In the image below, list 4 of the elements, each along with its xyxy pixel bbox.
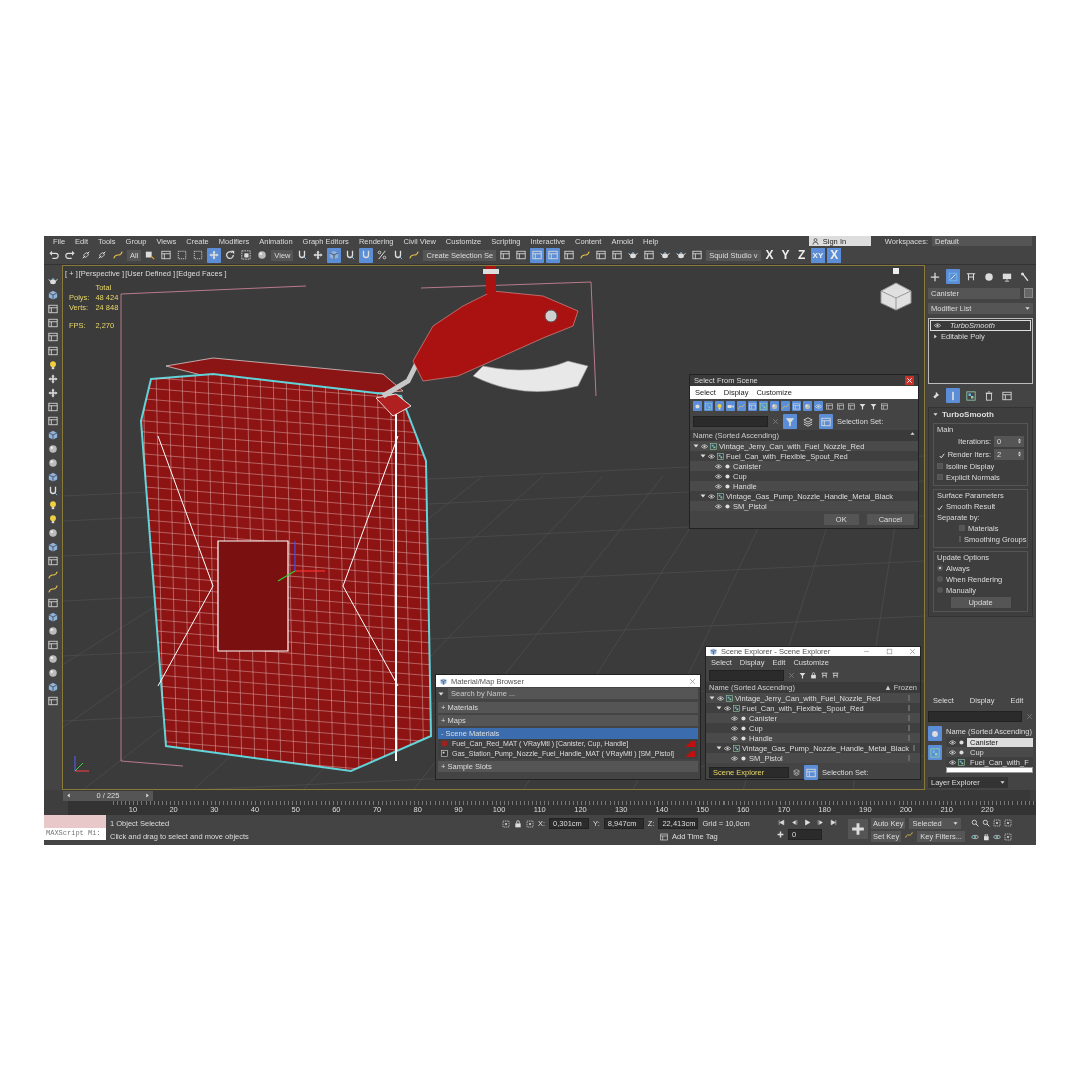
axis-constraint-button[interactable]: Z — [794, 247, 809, 263]
axis-constraint-button[interactable]: X — [762, 247, 777, 263]
axis-constraint-button[interactable]: Y — [778, 247, 793, 263]
rollout-title[interactable]: TurboSmooth — [942, 410, 994, 420]
